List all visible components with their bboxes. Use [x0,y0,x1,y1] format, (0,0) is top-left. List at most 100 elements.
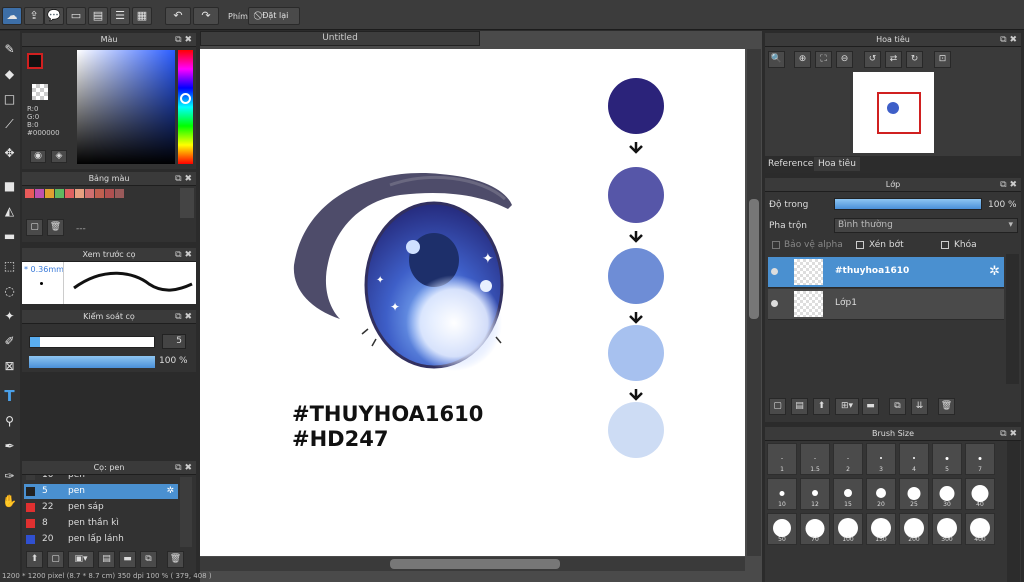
gear-icon[interactable]: ✲ [166,484,174,499]
palette-swatch[interactable] [55,189,64,198]
eyedropper-tool-icon[interactable]: ✒ [0,436,19,456]
palette-swatch[interactable] [85,189,94,198]
panel-close-icon[interactable]: ⧉ ✖ [175,33,192,47]
palette-swatch[interactable] [65,189,74,198]
reset-view-icon[interactable]: ⊡ [934,51,951,68]
brush-size-cell[interactable]: 25 [899,478,929,510]
brush-size-cell[interactable]: 4 [899,443,929,475]
brush-size-cell[interactable]: 40 [965,478,995,510]
undo-button[interactable]: ↶ [165,7,191,25]
layer-row[interactable]: Lớp1 [768,289,1004,320]
brush-row[interactable]: 8 pen thần kì [24,516,178,531]
brush-folder-icon[interactable]: ▬ [119,551,136,568]
eye-visibility-icon[interactable] [771,268,778,275]
chat-icon[interactable]: ▭ [66,7,86,25]
brush-size-cell[interactable]: 2 [833,443,863,475]
palette-swatch[interactable] [45,189,54,198]
brush-size-cell[interactable]: 1.5 [800,443,830,475]
brush-size-cell[interactable]: 30 [932,478,962,510]
new-palette-icon[interactable]: ▢ [26,219,43,236]
fit-icon[interactable]: ⛶ [815,51,832,68]
brush-size-cell[interactable]: 3 [866,443,896,475]
panel-close-icon[interactable]: ⧉ ✖ [1000,178,1017,192]
layer-copy-icon[interactable]: ⧉ [889,398,906,415]
new-layer-doc-icon[interactable]: ▤ [791,398,808,415]
brush-size-cell[interactable]: 50 [767,513,797,545]
brush-copy-icon[interactable]: ⧉ [140,551,157,568]
brush-row[interactable]: 10 pen [24,475,178,483]
move-tool-icon[interactable]: ✥ [0,143,19,163]
list-icon[interactable]: ☰ [110,7,130,25]
zoom-in-icon[interactable]: ⊕ [794,51,811,68]
brush-size-cell[interactable]: 20 [866,478,896,510]
brush-size-cell[interactable]: 150 [866,513,896,545]
brush-tool-icon[interactable]: ✎ [0,39,19,59]
gear-icon[interactable]: ✲ [989,264,1000,279]
brush-opacity-slider[interactable] [29,356,155,368]
gradient-tool-icon[interactable]: ▬ [0,226,19,246]
delete-palette-icon[interactable]: 🗑 [47,219,64,236]
eraser-tool-icon[interactable]: ◆ [0,64,19,84]
hand-tool-icon[interactable]: ✋ [0,491,19,511]
layer-merge-icon[interactable]: ⇊ [911,398,928,415]
select-pen-tool-icon[interactable]: ✐ [0,331,19,351]
pen-tool-icon[interactable]: ✑ [0,466,19,486]
brush-size-cell[interactable]: 15 [833,478,863,510]
reset-button[interactable]: ⃠ Đặt lại [248,7,300,25]
panel-close-icon[interactable]: ⧉ ✖ [175,248,192,262]
export-icon[interactable]: ⇪ [24,7,44,25]
new-layer-icon[interactable]: ▢ [769,398,786,415]
hue-handle[interactable] [180,93,191,104]
brush-doc-icon[interactable]: ▤ [98,551,115,568]
hue-slider[interactable] [178,50,193,164]
layer-opacity-slider[interactable] [834,198,982,210]
brush-size-cell[interactable]: 12 [800,478,830,510]
fill-rect-tool-icon[interactable]: ■ [0,176,19,196]
brush-delete-icon[interactable]: 🗑 [167,551,184,568]
layer-row[interactable]: #thuyhoa1610 ✲ [768,257,1004,288]
palette-swatch[interactable] [115,189,124,198]
rect-tool-icon[interactable]: □ [0,89,19,109]
navigator-thumbnail[interactable] [853,72,934,153]
brush-size-slider[interactable] [29,336,155,348]
add-brush-icon[interactable]: ⬆ [26,551,43,568]
select-tool-icon[interactable]: ⬚ [0,256,19,276]
palette-swatch[interactable] [105,189,114,198]
current-color-swatch[interactable] [27,53,43,69]
brush-size-cell[interactable]: 300 [932,513,962,545]
magic-wand-tool-icon[interactable]: ✦ [0,306,19,326]
brush-options-icon[interactable]: ▣▾ [68,551,94,568]
clip-checkbox[interactable] [856,241,864,249]
canvas-vscroll[interactable] [747,49,761,556]
redo-button[interactable]: ↷ [193,7,219,25]
document-icon[interactable]: ▤ [88,7,108,25]
canvas-hscroll[interactable] [200,557,745,571]
brush-size-value[interactable]: 5 [162,334,186,349]
layer-import-icon[interactable]: ⬆ [813,398,830,415]
panel-close-icon[interactable]: ⧉ ✖ [1000,33,1017,47]
palette-swatch[interactable] [35,189,44,198]
bucket-tool-icon[interactable]: ◭ [0,201,19,221]
canvas-tab[interactable]: Untitled [200,31,480,46]
view-rect[interactable] [877,92,921,134]
brush-size-cell[interactable]: 10 [767,478,797,510]
grid-icon[interactable]: ▦ [132,7,152,25]
brush-size-scrollbar[interactable] [1007,441,1020,582]
layer-folder-icon[interactable]: ▬ [862,398,879,415]
brush-row[interactable]: 22 pen sáp [24,500,178,515]
hand-select-tool-icon[interactable]: ⚲ [0,411,19,431]
line-tool-icon[interactable]: ⟋ [0,114,19,134]
brush-size-cell[interactable]: 5 [932,443,962,475]
brush-row[interactable]: 20 pen lấp lánh [24,532,178,547]
layer-delete-icon[interactable]: 🗑 [938,398,955,415]
canvas[interactable]: ✦ ✦ ✦ ✦ #THUYHOA1610 #HD247 [200,49,745,556]
zoom-icon[interactable]: 🔍 [768,51,785,68]
app-icon[interactable]: ☁ [2,7,22,25]
alpha-checkbox[interactable] [772,241,780,249]
brush-size-cell[interactable]: 400 [965,513,995,545]
color-sv-square[interactable] [77,50,175,164]
color-mode-icon[interactable]: ◈ [51,150,67,163]
palette-swatch[interactable] [95,189,104,198]
brush-size-cell[interactable]: 7 [965,443,995,475]
lock-checkbox[interactable] [941,241,949,249]
